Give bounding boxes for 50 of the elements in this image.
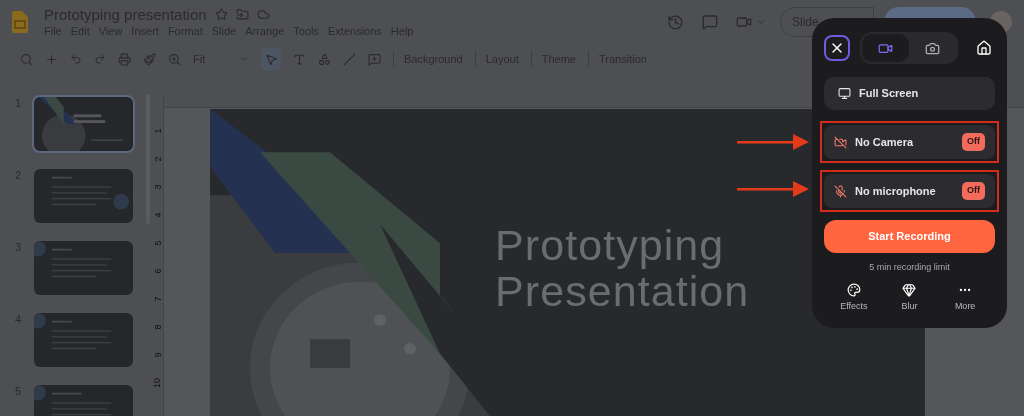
- slide-title: Prototyping: [495, 221, 725, 268]
- pointer-tool[interactable]: [261, 48, 281, 70]
- full-screen-option[interactable]: Full Screen: [824, 77, 995, 110]
- recording-limit: 5 min recording limit: [868, 261, 951, 274]
- close-button[interactable]: [824, 35, 850, 61]
- diamond-icon: [902, 282, 917, 297]
- camera-off-icon: [834, 135, 847, 149]
- camera-option[interactable]: No Camera Off: [824, 125, 995, 159]
- history-icon[interactable]: [667, 13, 684, 31]
- palette-icon: [846, 282, 861, 297]
- text-box-icon[interactable]: [293, 52, 306, 66]
- start-recording-button[interactable]: Start Recording: [824, 220, 995, 253]
- print-icon[interactable]: [118, 52, 131, 66]
- add-comment-icon[interactable]: [368, 52, 381, 66]
- caret-icon[interactable]: [756, 17, 766, 27]
- folder-icon[interactable]: [235, 8, 249, 21]
- action-label: More: [954, 299, 976, 313]
- video-call-icon[interactable]: [736, 14, 752, 30]
- option-label: No microphone: [855, 183, 936, 199]
- slides-logo-icon[interactable]: [12, 11, 28, 33]
- home-icon[interactable]: [976, 40, 992, 56]
- microphone-off-icon: [834, 184, 847, 198]
- line-icon[interactable]: [343, 52, 356, 66]
- cloud-icon[interactable]: [256, 8, 270, 21]
- video-tab[interactable]: [862, 34, 909, 62]
- redo-icon[interactable]: [94, 53, 106, 65]
- camera-icon: [925, 40, 940, 56]
- status-badge: Off: [962, 182, 985, 200]
- monitor-icon: [838, 87, 851, 100]
- blur-button[interactable]: Blur: [887, 282, 932, 313]
- star-icon[interactable]: [214, 8, 228, 21]
- paint-format-icon[interactable]: [143, 52, 156, 66]
- zoom-icon[interactable]: [168, 52, 181, 66]
- add-icon[interactable]: [45, 52, 58, 66]
- status-badge: Off: [962, 133, 985, 151]
- arrow: [737, 134, 809, 150]
- comment-icon[interactable]: [702, 14, 718, 30]
- microphone-option[interactable]: No microphone Off: [824, 174, 995, 208]
- more-button[interactable]: More: [943, 282, 988, 313]
- search-icon[interactable]: [20, 52, 33, 66]
- effects-button[interactable]: Effects: [831, 282, 876, 313]
- arrow: [737, 181, 809, 197]
- caret-icon[interactable]: [239, 54, 249, 64]
- pointer-icon: [264, 52, 278, 66]
- shapes-icon[interactable]: [318, 52, 331, 66]
- undo-icon[interactable]: [70, 53, 82, 65]
- option-label: No Camera: [855, 134, 914, 150]
- action-label: Blur: [901, 299, 918, 313]
- action-label: Effects: [840, 299, 868, 313]
- option-label: Full Screen: [859, 86, 919, 102]
